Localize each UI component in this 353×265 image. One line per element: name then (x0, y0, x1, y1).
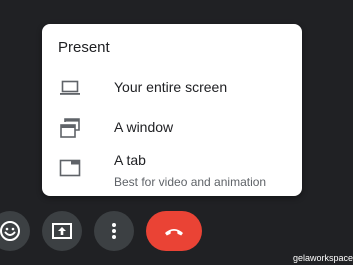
menu-title: Present (58, 39, 110, 56)
present-screen-icon (52, 223, 72, 239)
laptop-icon (58, 76, 82, 100)
tab-icon (58, 156, 82, 180)
menu-item-label: Your entire screen (114, 79, 228, 95)
present-screen-button[interactable] (42, 211, 82, 251)
reactions-button[interactable] (0, 211, 30, 251)
menu-item-window[interactable]: A window (42, 113, 302, 141)
more-vert-icon (112, 223, 116, 239)
present-menu: Present Your entire screen A window A ta… (42, 24, 302, 196)
menu-item-tab[interactable]: A tab Best for video and animation (42, 150, 302, 190)
menu-item-entire-screen[interactable]: Your entire screen (42, 74, 302, 100)
menu-item-sublabel: Best for video and animation (114, 175, 267, 189)
menu-item-label: A window (114, 119, 174, 135)
phone-hangup-icon (165, 229, 183, 236)
window-stack-icon (58, 116, 82, 140)
watermark-text: gelaworkspace (292, 253, 353, 263)
hangup-button[interactable] (146, 211, 202, 251)
menu-item-label: A tab (114, 152, 146, 168)
smiley-icon (0, 221, 20, 241)
more-options-button[interactable] (94, 211, 134, 251)
